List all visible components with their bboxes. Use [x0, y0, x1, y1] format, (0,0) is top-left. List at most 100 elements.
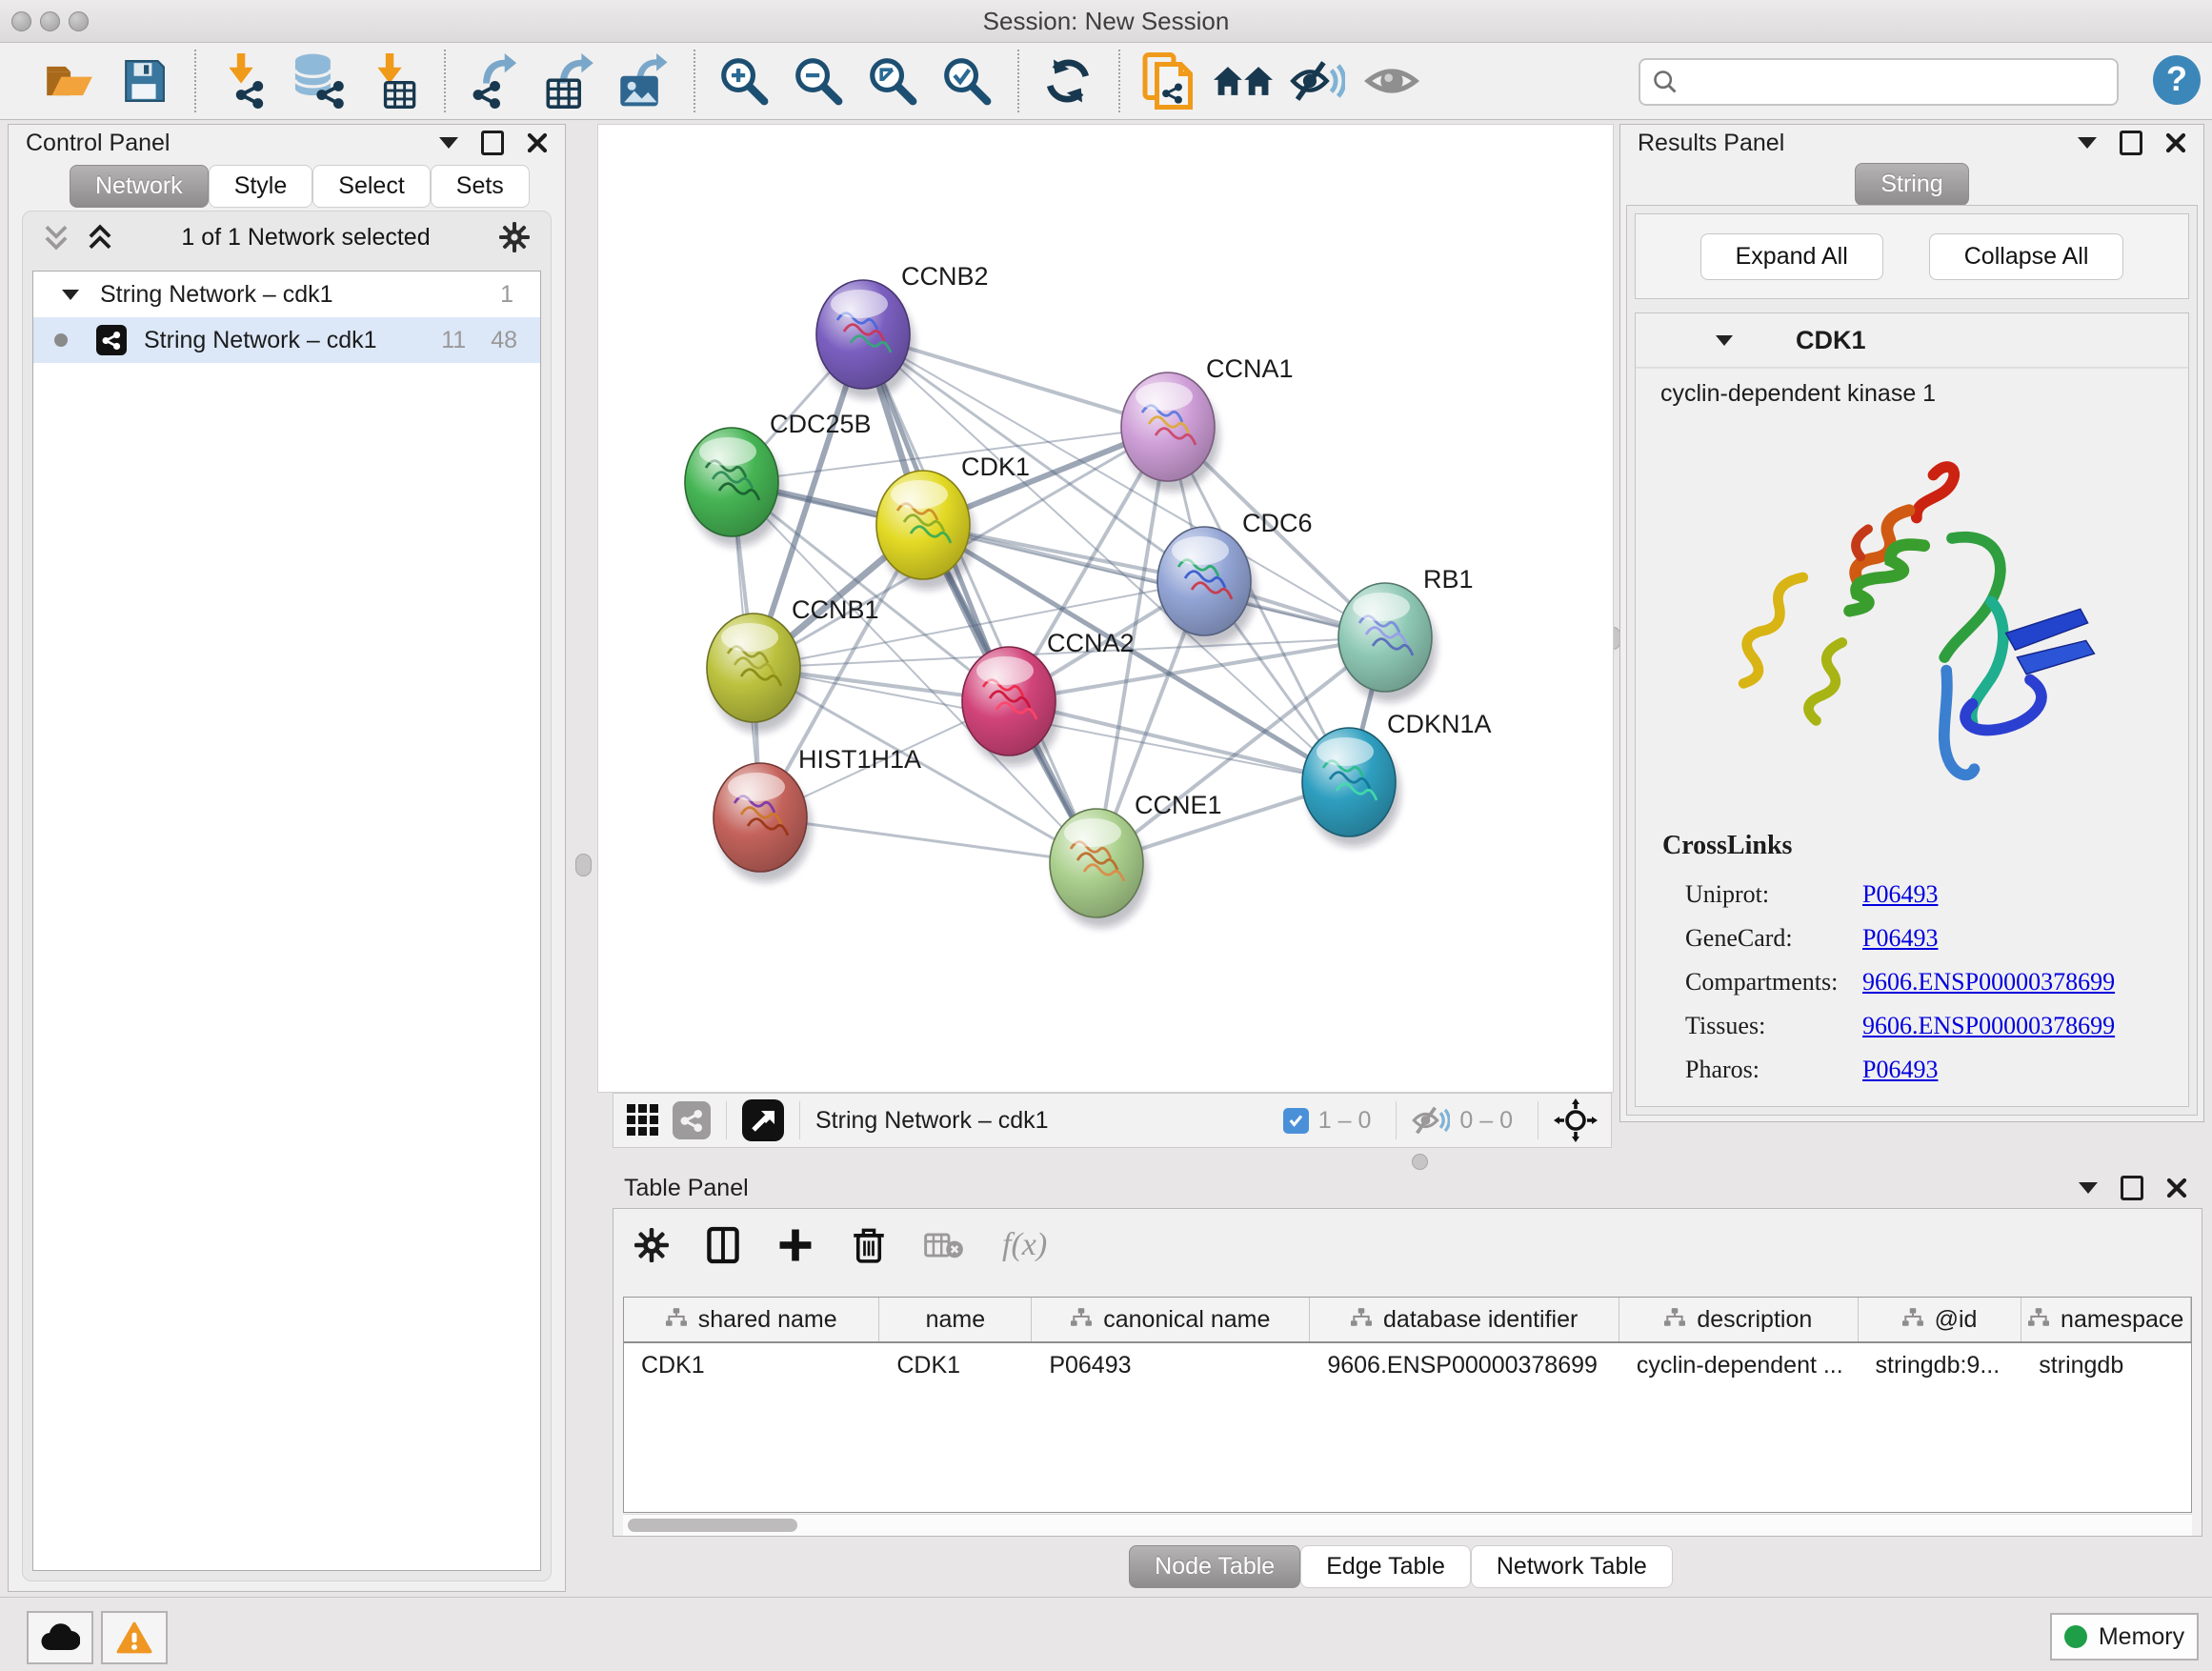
- cloud-status-button[interactable]: [27, 1611, 93, 1664]
- network-graph[interactable]: CCNB2CCNA1CDC25BCDK1CDC6RB1CCNB1CCNA2CDK…: [598, 125, 1613, 1092]
- tab-network[interactable]: Network: [70, 165, 209, 208]
- network-type-icon: [96, 325, 127, 355]
- network-node[interactable]: CCNA1: [1121, 354, 1294, 492]
- zoom-selected-button[interactable]: [937, 50, 996, 111]
- search-input[interactable]: [1688, 62, 2111, 102]
- save-session-button[interactable]: [114, 50, 173, 111]
- zoom-out-button[interactable]: [789, 50, 848, 111]
- network-edge[interactable]: [923, 525, 1385, 637]
- network-node[interactable]: CDKN1A: [1302, 710, 1492, 847]
- column-header-canonical-name[interactable]: canonical name: [1032, 1298, 1310, 1341]
- network-node[interactable]: CDC25B: [685, 410, 872, 547]
- column-header-namespace[interactable]: namespace: [2021, 1298, 2191, 1341]
- column-header-shared-name[interactable]: shared name: [624, 1298, 879, 1341]
- float-panel-icon[interactable]: [2120, 131, 2142, 155]
- import-table-from-file-button[interactable]: [364, 50, 423, 111]
- network-node[interactable]: CCNB2: [816, 262, 989, 399]
- collapse-all-button[interactable]: Collapse All: [1929, 233, 2124, 280]
- crosslink-link[interactable]: P06493: [1862, 1056, 1938, 1084]
- float-panel-icon[interactable]: [2121, 1176, 2143, 1200]
- horizontal-splitter-handle[interactable]: [1412, 1154, 1428, 1170]
- export-network-button[interactable]: [465, 50, 524, 111]
- network-collection-row[interactable]: String Network – cdk1 1: [33, 272, 540, 317]
- table-cell[interactable]: stringdb: [2021, 1343, 2191, 1387]
- expand-all-networks-icon[interactable]: [44, 224, 69, 251]
- crosslink-row: Compartments:9606.ENSP00000378699: [1636, 960, 2188, 1004]
- selected-indicator-checkbox[interactable]: [1283, 1108, 1309, 1134]
- show-columns-icon[interactable]: [707, 1226, 739, 1264]
- tab-style[interactable]: Style: [209, 165, 313, 208]
- gene-collapse-icon[interactable]: [1716, 335, 1733, 346]
- column-header-database-identifier[interactable]: database identifier: [1310, 1298, 1619, 1341]
- left-splitter-handle[interactable]: [575, 854, 592, 876]
- table-cell[interactable]: 9606.ENSP00000378699: [1310, 1343, 1619, 1387]
- network-row[interactable]: String Network – cdk1 11 48: [33, 317, 540, 363]
- scrollbar-thumb[interactable]: [628, 1519, 797, 1532]
- crosslink-row: Tissues:9606.ENSP00000378699: [1636, 1004, 2188, 1048]
- network-node[interactable]: CCNB1: [707, 595, 879, 733]
- show-all-button[interactable]: [1362, 50, 1421, 111]
- column-header-name[interactable]: name: [879, 1298, 1032, 1341]
- memory-button[interactable]: Memory: [2050, 1613, 2199, 1661]
- help-button[interactable]: ?: [2151, 54, 2202, 106]
- network-node[interactable]: RB1: [1338, 565, 1474, 702]
- crosslink-link[interactable]: 9606.ENSP00000378699: [1862, 968, 2115, 997]
- export-image-button[interactable]: [613, 50, 673, 111]
- import-network-from-database-button[interactable]: [290, 50, 349, 111]
- network-overview-icon[interactable]: [673, 1101, 711, 1139]
- collapse-all-networks-icon[interactable]: [88, 224, 112, 251]
- panel-menu-icon[interactable]: [439, 137, 458, 149]
- tab-node-table[interactable]: Node Table: [1129, 1545, 1300, 1588]
- crosslink-link[interactable]: P06493: [1862, 924, 1938, 953]
- refresh-button[interactable]: [1038, 50, 1097, 111]
- table-cell[interactable]: CDK1: [624, 1343, 879, 1387]
- crosslink-link[interactable]: P06493: [1862, 880, 1938, 909]
- network-node[interactable]: HIST1H1A: [714, 745, 921, 882]
- tab-sets[interactable]: Sets: [431, 165, 530, 208]
- close-panel-icon[interactable]: [2165, 132, 2186, 153]
- network-node[interactable]: CDC6: [1157, 509, 1313, 646]
- zoom-fit-content-button[interactable]: [863, 50, 922, 111]
- panel-menu-icon[interactable]: [2078, 137, 2097, 149]
- crosslink-link[interactable]: 9606.ENSP00000378699: [1862, 1012, 2115, 1040]
- table-cell[interactable]: P06493: [1032, 1343, 1310, 1387]
- export-table-button[interactable]: [539, 50, 598, 111]
- tab-string[interactable]: String: [1855, 163, 1968, 206]
- tab-edge-table[interactable]: Edge Table: [1300, 1545, 1471, 1588]
- grid-icon[interactable]: [627, 1104, 659, 1137]
- crosshair-icon[interactable]: [1554, 1098, 1598, 1142]
- column-header-description[interactable]: description: [1619, 1298, 1859, 1341]
- gear-icon[interactable]: [499, 222, 530, 252]
- close-panel-icon[interactable]: [527, 132, 548, 153]
- table-row[interactable]: CDK1CDK1P064939606.ENSP00000378699cyclin…: [624, 1343, 2191, 1387]
- hide-selected-button[interactable]: [1288, 50, 1347, 111]
- column-header--id[interactable]: @id: [1859, 1298, 2022, 1341]
- close-panel-icon[interactable]: [2166, 1178, 2187, 1198]
- network-snapshot-button[interactable]: [1139, 50, 1198, 111]
- tab-select[interactable]: Select: [312, 165, 430, 208]
- tab-network-table[interactable]: Network Table: [1471, 1545, 1673, 1588]
- network-canvas[interactable]: CCNB2CCNA1CDC25BCDK1CDC6RB1CCNB1CCNA2CDK…: [597, 124, 1614, 1093]
- warning-status-button[interactable]: [101, 1611, 168, 1664]
- table-cell[interactable]: stringdb:9...: [1859, 1343, 2022, 1387]
- network-node[interactable]: CCNE1: [1050, 791, 1222, 928]
- table-settings-gear-icon[interactable]: [634, 1228, 669, 1262]
- open-session-button[interactable]: [40, 50, 99, 111]
- import-network-from-file-button[interactable]: [215, 50, 274, 111]
- float-panel-icon[interactable]: [481, 131, 504, 155]
- panel-menu-icon[interactable]: [2079, 1182, 2098, 1194]
- add-icon[interactable]: [777, 1227, 814, 1263]
- network-edge[interactable]: [863, 334, 1096, 863]
- table-horizontal-scrollbar[interactable]: [623, 1514, 2192, 1536]
- expand-all-button[interactable]: Expand All: [1700, 233, 1883, 280]
- table-cell[interactable]: CDK1: [879, 1343, 1032, 1387]
- svg-text:?: ?: [2166, 59, 2187, 98]
- export-image-icon: [617, 53, 669, 109]
- table-cell[interactable]: cyclin-dependent ...: [1619, 1343, 1859, 1387]
- zoom-in-button[interactable]: [714, 50, 774, 111]
- search-field[interactable]: [1639, 58, 2119, 106]
- home-button[interactable]: [1214, 50, 1273, 111]
- trash-icon[interactable]: [852, 1226, 886, 1264]
- birds-eye-view-icon[interactable]: [742, 1099, 784, 1141]
- collection-collapse-icon[interactable]: [62, 290, 79, 300]
